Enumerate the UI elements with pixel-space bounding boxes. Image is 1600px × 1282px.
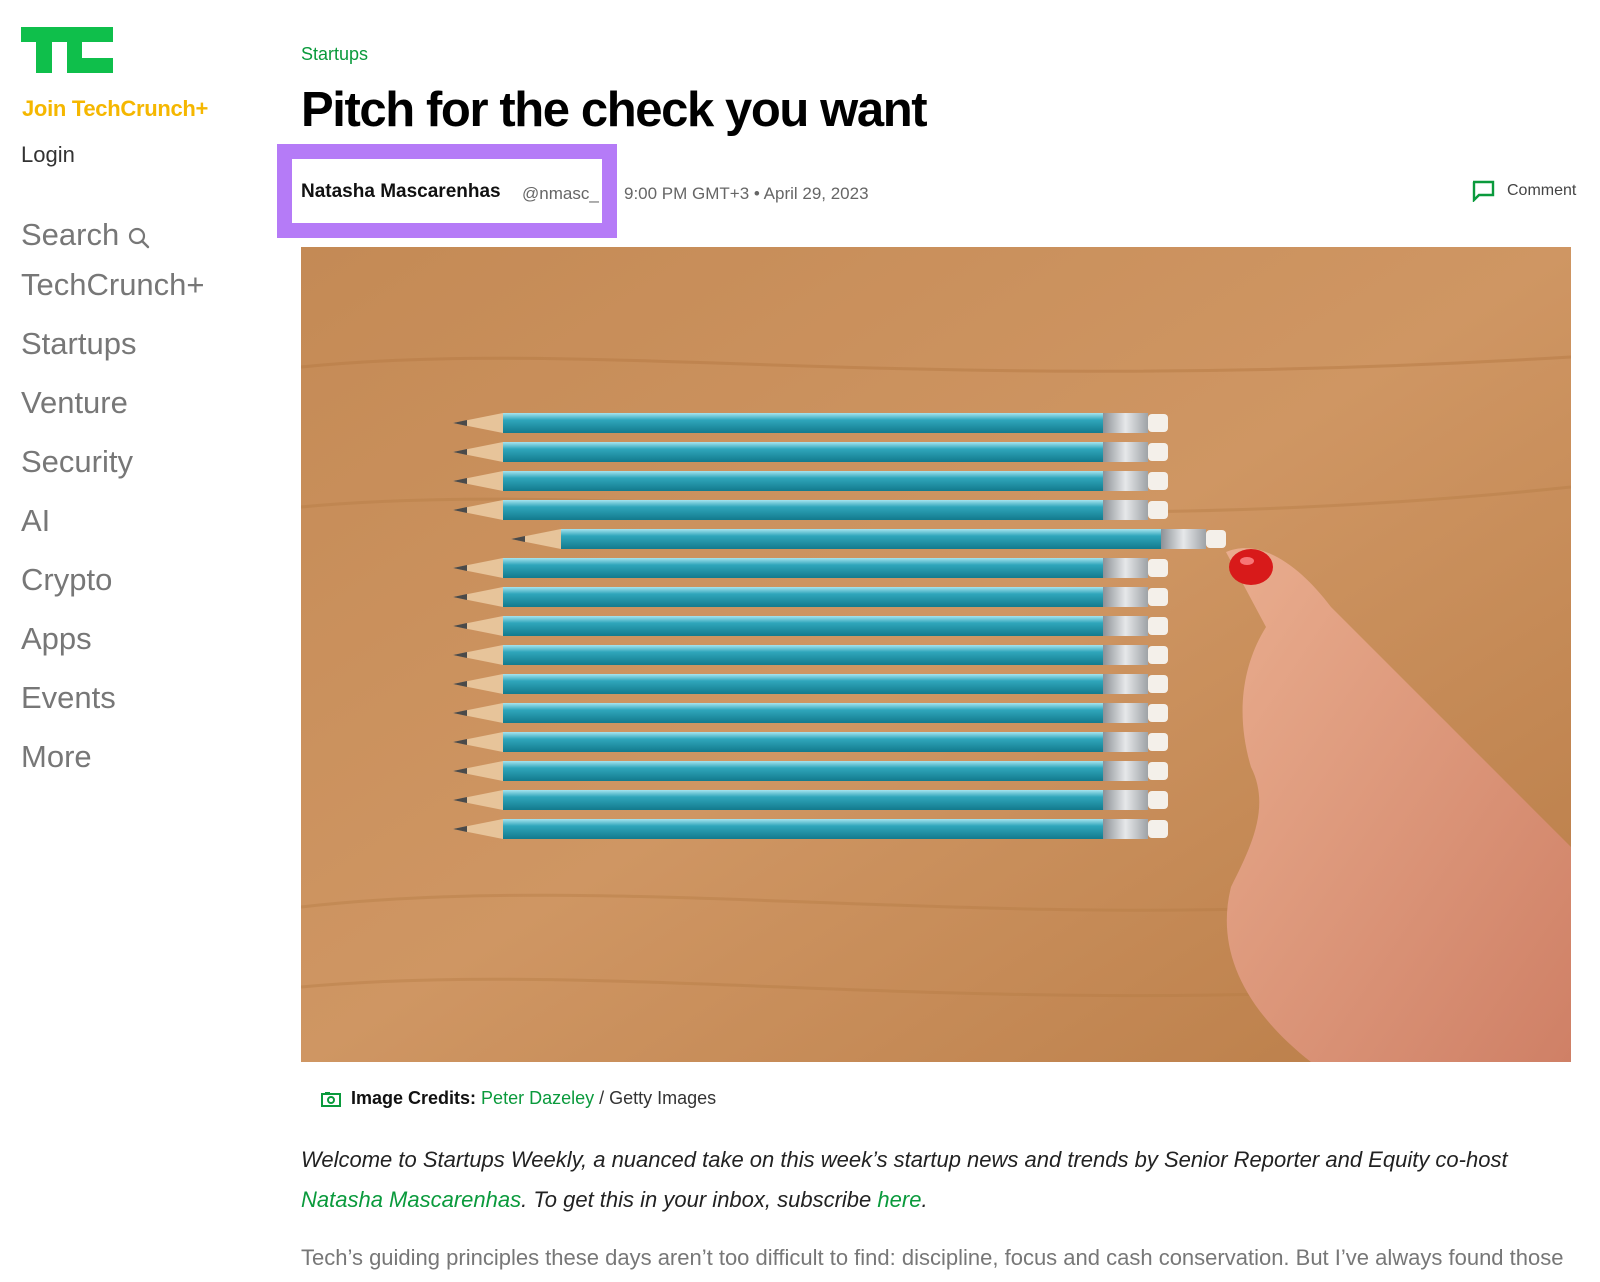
nav-startups[interactable]: Startups	[21, 326, 205, 385]
main-nav: Search TechCrunch+ Startups Venture Secu…	[21, 217, 205, 798]
login-link[interactable]: Login	[21, 142, 75, 168]
article-title: Pitch for the check you want	[301, 83, 928, 137]
nav-techcrunch-plus[interactable]: TechCrunch+	[21, 267, 205, 326]
sidebar: Join TechCrunch+ Login Search TechCrunch…	[0, 0, 270, 1282]
nav-security[interactable]: Security	[21, 444, 205, 503]
article: Startups Pitch for the check you want Na…	[277, 0, 1576, 1282]
nav-events[interactable]: Events	[21, 680, 205, 739]
nav-search[interactable]: Search	[21, 217, 205, 267]
subscribe-link[interactable]: here	[877, 1187, 921, 1212]
nav-ai[interactable]: AI	[21, 503, 205, 562]
author-link[interactable]: Natasha Mascarenhas	[301, 181, 501, 203]
join-techcrunch-plus-link[interactable]: Join TechCrunch+	[22, 96, 208, 122]
author-twitter-handle[interactable]: @nmasc_	[522, 184, 599, 204]
intro-text-3: .	[921, 1187, 928, 1212]
nav-more[interactable]: More	[21, 739, 205, 798]
camera-icon	[321, 1091, 341, 1107]
photographer-link[interactable]: Peter Dazeley	[481, 1088, 594, 1109]
nav-crypto[interactable]: Crypto	[21, 562, 205, 621]
article-category-link[interactable]: Startups	[301, 44, 368, 65]
image-credits-source: Getty Images	[609, 1088, 717, 1108]
techcrunch-logo-icon	[21, 27, 113, 73]
comment-button[interactable]: Comment	[1471, 180, 1576, 202]
image-credits-label: Image Credits:	[351, 1088, 477, 1108]
intro-text-1: Welcome to Startups Weekly, a nuanced ta…	[301, 1147, 1508, 1172]
intro-author-link[interactable]: Natasha Mascarenhas	[301, 1187, 521, 1212]
image-credits-separator: /	[599, 1088, 605, 1108]
nav-apps[interactable]: Apps	[21, 621, 205, 680]
image-credits: Image Credits: Peter Dazeley / Getty Ima…	[321, 1088, 716, 1109]
article-intro: Welcome to Startups Weekly, a nuanced ta…	[301, 1140, 1531, 1220]
hero-image-pencils	[301, 247, 1571, 1062]
intro-text-2: . To get this in your inbox, subscribe	[521, 1187, 878, 1212]
search-icon	[129, 227, 150, 249]
nav-venture[interactable]: Venture	[21, 385, 205, 444]
article-datetime: 9:00 PM GMT+3 • April 29, 2023	[624, 184, 869, 203]
article-body-paragraph: Tech’s guiding principles these days are…	[301, 1245, 1564, 1270]
comment-label: Comment	[1507, 182, 1577, 199]
nav-search-label: Search	[21, 217, 120, 252]
comment-icon	[1472, 180, 1495, 202]
